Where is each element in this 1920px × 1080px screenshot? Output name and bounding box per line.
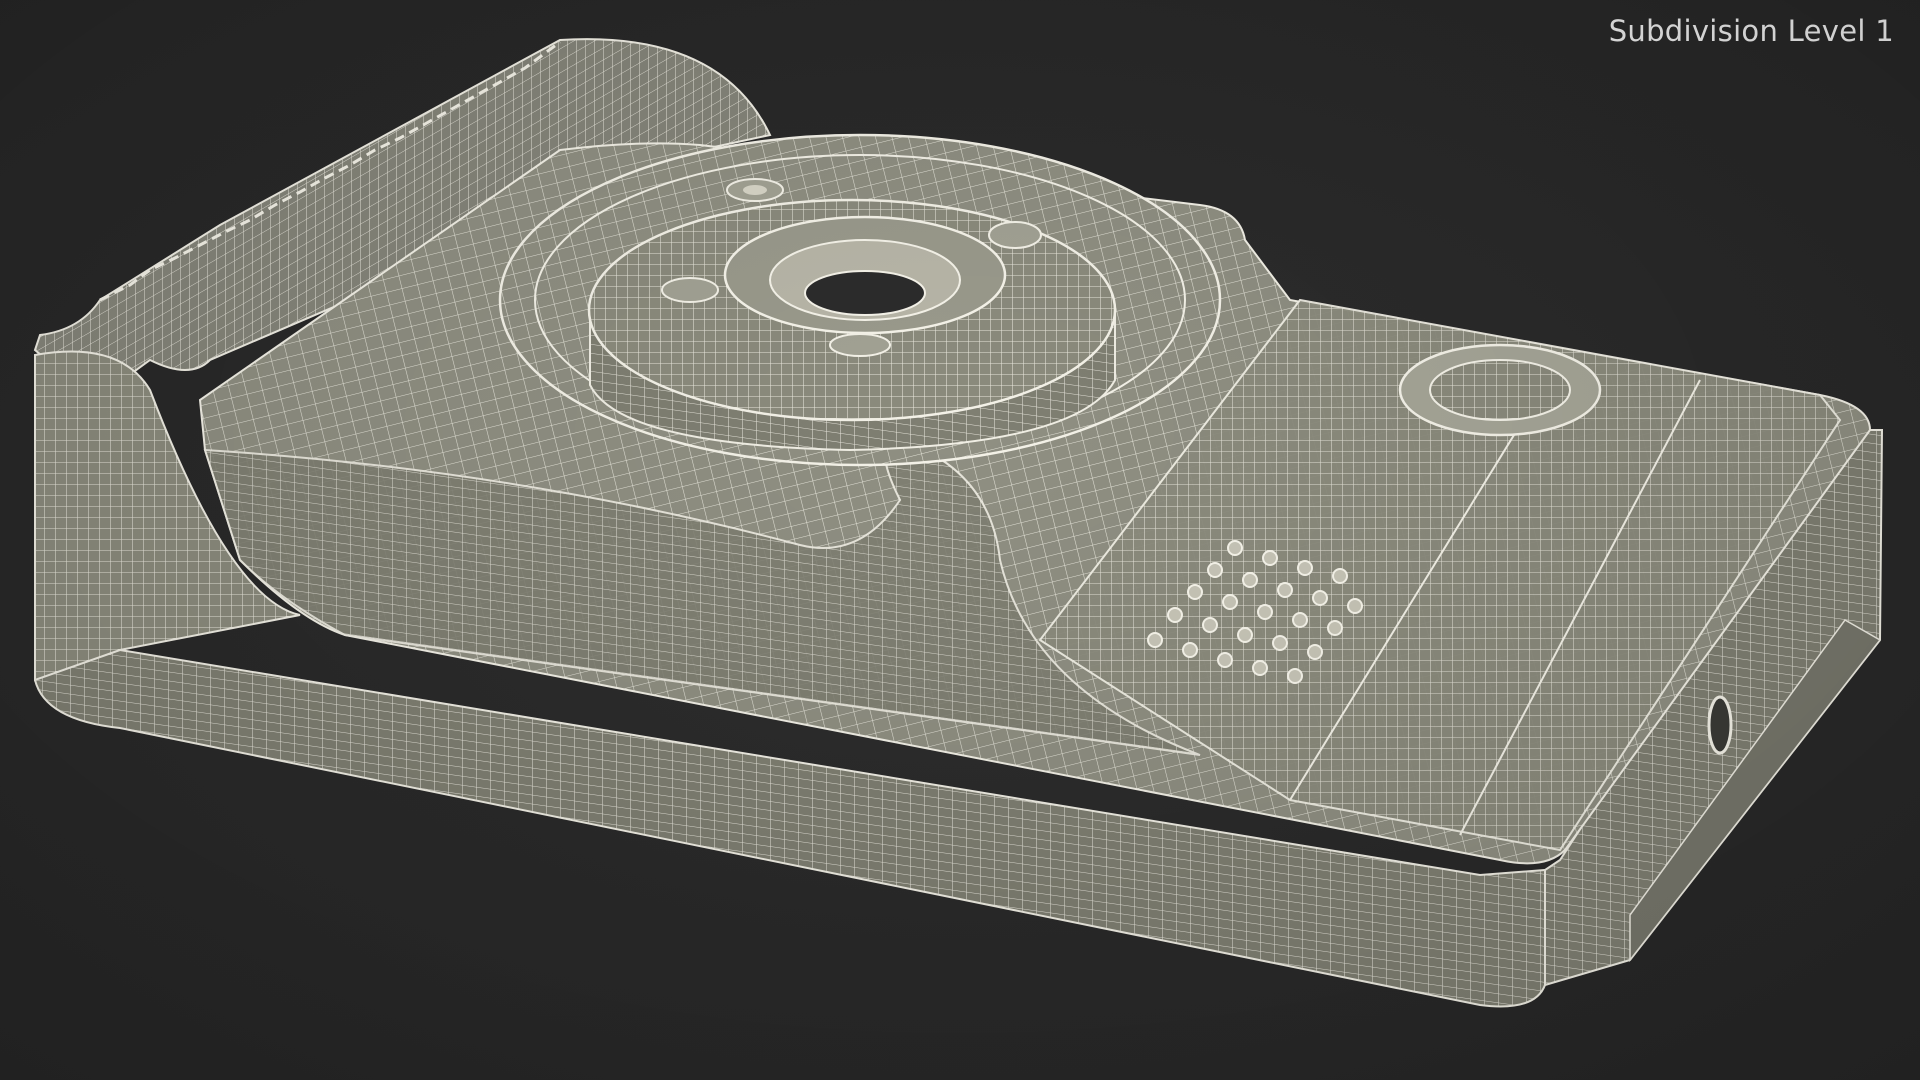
3d-viewport: Subdivision Level 1 [0,0,1920,1080]
wireframe-model-render [0,0,1920,1080]
